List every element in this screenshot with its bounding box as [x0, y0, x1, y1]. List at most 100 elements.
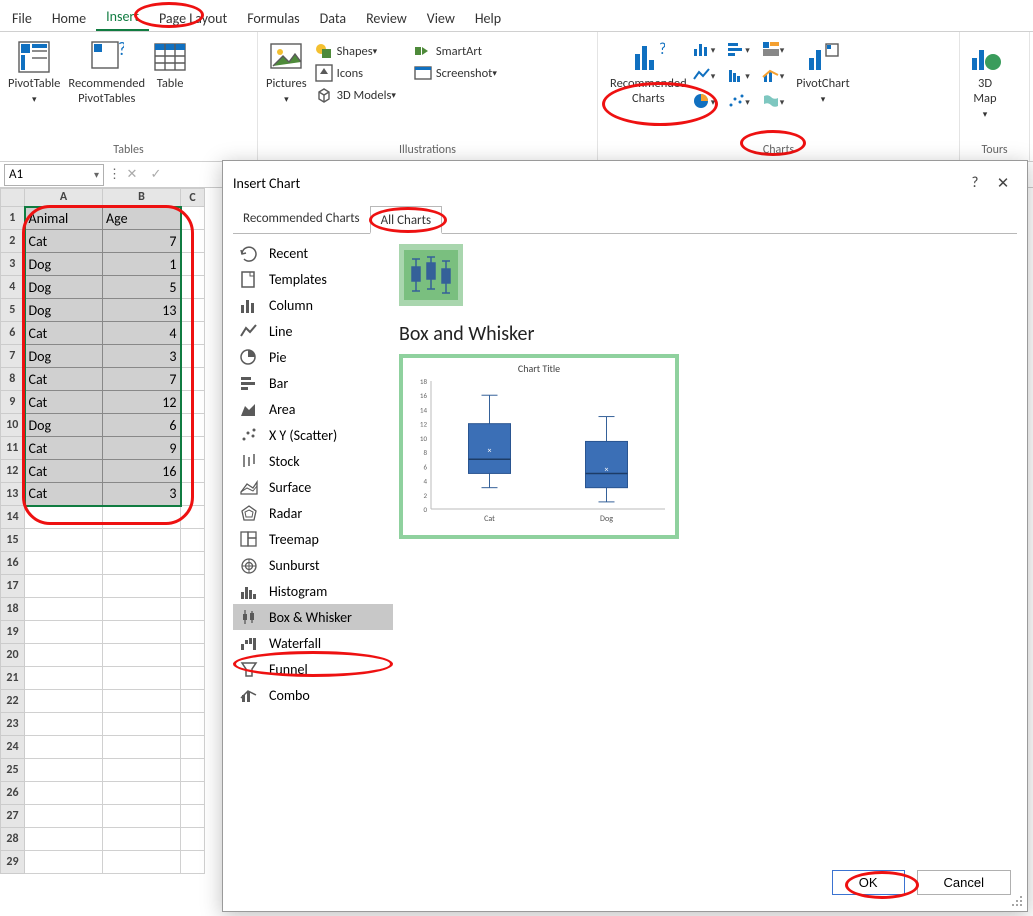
cell[interactable]: [25, 529, 103, 552]
chart-type-histogram[interactable]: Histogram: [233, 578, 393, 604]
cell[interactable]: [181, 276, 205, 299]
menu-formulas[interactable]: Formulas: [237, 4, 309, 31]
icons-button[interactable]: Icons: [311, 62, 400, 84]
chart-type-radar[interactable]: Radar: [233, 500, 393, 526]
pivotchart-button[interactable]: PivotChart: [792, 36, 853, 108]
cell[interactable]: 9: [103, 437, 181, 460]
tab-recommended-charts[interactable]: Recommended Charts: [233, 205, 370, 233]
statistic-chart-button[interactable]: [725, 66, 752, 84]
chart-type-stock[interactable]: Stock: [233, 448, 393, 474]
cell[interactable]: 12: [103, 391, 181, 414]
cell[interactable]: [181, 345, 205, 368]
chart-type-area[interactable]: Area: [233, 396, 393, 422]
cell[interactable]: Cat: [25, 230, 103, 253]
row-header[interactable]: 12: [1, 460, 25, 483]
select-all-triangle[interactable]: [1, 189, 25, 207]
menu-review[interactable]: Review: [356, 4, 417, 31]
close-icon[interactable]: ✕: [989, 169, 1017, 197]
cell[interactable]: [181, 414, 205, 437]
3dmodels-button[interactable]: 3D Models: [311, 84, 400, 106]
row-header[interactable]: 29: [1, 851, 25, 874]
row-header[interactable]: 25: [1, 759, 25, 782]
row-header[interactable]: 16: [1, 552, 25, 575]
enter-formula-icon[interactable]: ✓: [144, 167, 168, 182]
cell[interactable]: Cat: [25, 391, 103, 414]
cell[interactable]: [103, 621, 181, 644]
chart-type-recent[interactable]: Recent: [233, 240, 393, 266]
cell[interactable]: [181, 322, 205, 345]
row-header[interactable]: 20: [1, 644, 25, 667]
column-header-B[interactable]: B: [103, 189, 181, 207]
cell[interactable]: [103, 805, 181, 828]
cell[interactable]: Cat: [25, 460, 103, 483]
cell[interactable]: [181, 598, 205, 621]
cell[interactable]: [103, 851, 181, 874]
cell[interactable]: 1: [103, 253, 181, 276]
menu-data[interactable]: Data: [310, 4, 356, 31]
chart-type-funnel[interactable]: Funnel: [233, 656, 393, 682]
row-header[interactable]: 23: [1, 713, 25, 736]
cell[interactable]: [25, 713, 103, 736]
cell[interactable]: [103, 828, 181, 851]
cell[interactable]: 6: [103, 414, 181, 437]
box-whisker-subtype[interactable]: [399, 244, 463, 306]
cell[interactable]: [181, 667, 205, 690]
cell[interactable]: [181, 575, 205, 598]
name-box[interactable]: A1 ▾: [4, 164, 104, 186]
cell[interactable]: [25, 690, 103, 713]
row-header[interactable]: 9: [1, 391, 25, 414]
menu-pagelayout[interactable]: Page Layout: [149, 4, 237, 31]
tab-all-charts[interactable]: All Charts: [370, 206, 442, 234]
cell[interactable]: [181, 828, 205, 851]
table-button[interactable]: Table: [149, 36, 191, 93]
combo-chart-button[interactable]: [760, 66, 787, 84]
row-header[interactable]: 2: [1, 230, 25, 253]
ok-button[interactable]: OK: [832, 870, 905, 895]
cell[interactable]: 7: [103, 230, 181, 253]
cell[interactable]: Cat: [25, 368, 103, 391]
row-header[interactable]: 5: [1, 299, 25, 322]
cell[interactable]: Dog: [25, 414, 103, 437]
cell[interactable]: [181, 368, 205, 391]
cell[interactable]: [25, 782, 103, 805]
cell[interactable]: Dog: [25, 299, 103, 322]
row-header[interactable]: 3: [1, 253, 25, 276]
bar-chart-button[interactable]: [725, 40, 752, 58]
row-header[interactable]: 18: [1, 598, 25, 621]
row-header[interactable]: 1: [1, 207, 25, 230]
cell[interactable]: Age: [103, 207, 181, 230]
cell[interactable]: [103, 667, 181, 690]
cell[interactable]: 5: [103, 276, 181, 299]
cell[interactable]: [25, 598, 103, 621]
cancel-button[interactable]: Cancel: [917, 870, 1011, 895]
cell[interactable]: 4: [103, 322, 181, 345]
cell[interactable]: [103, 713, 181, 736]
cell[interactable]: [181, 713, 205, 736]
cell[interactable]: [103, 759, 181, 782]
column-chart-button[interactable]: [691, 40, 718, 58]
cell[interactable]: Dog: [25, 253, 103, 276]
cell[interactable]: [103, 690, 181, 713]
pivottable-button[interactable]: PivotTable: [4, 36, 64, 108]
cell[interactable]: [103, 506, 181, 529]
help-icon[interactable]: ?: [961, 169, 989, 197]
cell[interactable]: [181, 460, 205, 483]
chart-type-surface[interactable]: Surface: [233, 474, 393, 500]
row-header[interactable]: 19: [1, 621, 25, 644]
chevron-down-icon[interactable]: ▾: [94, 168, 99, 181]
row-header[interactable]: 22: [1, 690, 25, 713]
cell[interactable]: 13: [103, 299, 181, 322]
row-header[interactable]: 13: [1, 483, 25, 506]
chart-type-line[interactable]: Line: [233, 318, 393, 344]
cell[interactable]: [181, 529, 205, 552]
cell[interactable]: 3: [103, 483, 181, 506]
cell[interactable]: [25, 575, 103, 598]
cell[interactable]: [181, 805, 205, 828]
cell[interactable]: 7: [103, 368, 181, 391]
cell[interactable]: Cat: [25, 322, 103, 345]
row-header[interactable]: 4: [1, 276, 25, 299]
chart-type-waterfall[interactable]: Waterfall: [233, 630, 393, 656]
pie-chart-button[interactable]: [691, 92, 718, 110]
column-header-C[interactable]: C: [181, 189, 205, 207]
cell[interactable]: [25, 759, 103, 782]
